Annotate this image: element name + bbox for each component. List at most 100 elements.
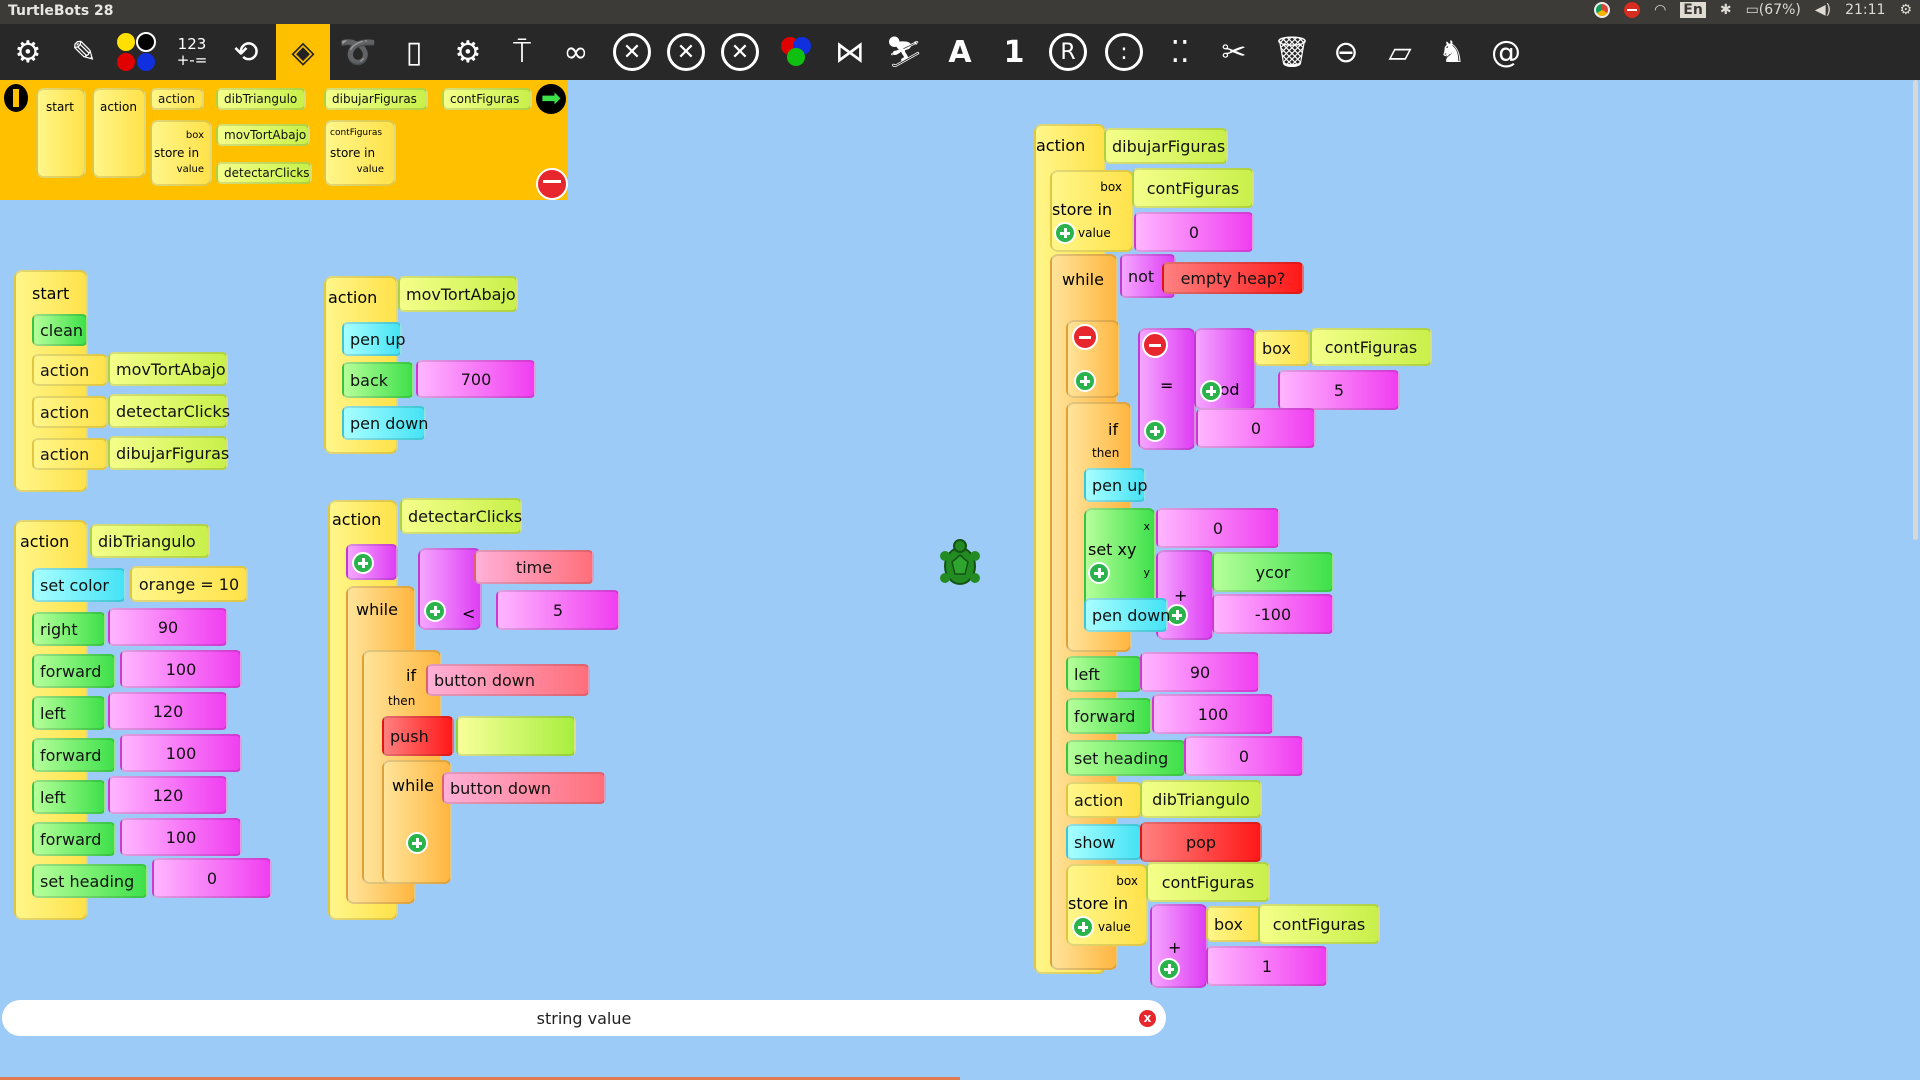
add-icon[interactable] (1144, 420, 1166, 442)
sensors-icon[interactable]: ➰ (334, 28, 382, 76)
clock[interactable]: 21:11 (1845, 2, 1885, 18)
add-icon[interactable] (1158, 958, 1180, 980)
cut-icon[interactable]: ✂ (1210, 28, 1258, 76)
palette-action-block[interactable]: action (92, 88, 146, 178)
cancel-icon[interactable]: ✕ (608, 28, 656, 76)
chrome-icon[interactable] (1594, 2, 1611, 18)
mod-value[interactable]: 5 (1278, 370, 1400, 410)
sum-value[interactable]: 1 (1206, 946, 1328, 986)
add-icon[interactable] (1088, 562, 1110, 584)
push-value-block[interactable] (456, 716, 576, 756)
left-block-3[interactable]: left (1066, 656, 1142, 692)
sum-box-block[interactable]: box (1206, 906, 1262, 942)
back-value[interactable]: 700 (416, 360, 536, 398)
colors-icon[interactable] (112, 28, 160, 76)
set-heading-value[interactable]: 0 (152, 858, 272, 898)
wifi-icon[interactable]: ◠ (1654, 2, 1666, 18)
numbers-icon[interactable]: 123 +-= (168, 28, 216, 76)
left-value-2[interactable]: 120 (108, 776, 228, 814)
add-icon[interactable] (1200, 380, 1222, 402)
forward-block-1[interactable]: forward (32, 654, 116, 688)
set-heading-block-2[interactable]: set heading (1066, 740, 1186, 776)
store1-init-value[interactable]: 0 (1134, 212, 1254, 252)
flow-icon[interactable]: ⟲ (222, 28, 270, 76)
rgb-icon[interactable] (772, 28, 820, 76)
start-action-label-3[interactable]: action (32, 438, 108, 470)
triangle-action-name[interactable]: dibTriangulo (90, 524, 210, 558)
y-offset-value[interactable]: -100 (1212, 594, 1334, 634)
equals-value[interactable]: 0 (1196, 408, 1316, 448)
pen-down-block-2[interactable]: pen down (1084, 598, 1170, 632)
color-value-block[interactable]: orange = 10 (130, 566, 248, 602)
snail-icon[interactable]: @ (1482, 28, 1530, 76)
left-block-2[interactable]: left (32, 780, 106, 814)
add-icon[interactable] (406, 832, 428, 854)
empty-heap-block[interactable]: empty heap? (1162, 262, 1304, 294)
detectarclicks-name[interactable]: detectarClicks (400, 498, 522, 534)
add-icon[interactable] (424, 600, 446, 622)
turtle-sprite[interactable] (938, 538, 982, 592)
battery-indicator[interactable]: ▭(67%) (1746, 2, 1801, 18)
left-value-1[interactable]: 120 (108, 692, 228, 730)
settings-icon[interactable]: ⚙ (444, 28, 492, 76)
dibtriangulo-call-name[interactable]: dibTriangulo (1140, 780, 1262, 818)
forward-value-4[interactable]: 100 (1152, 694, 1274, 734)
loop-icon[interactable]: ∞ (552, 28, 600, 76)
fish-icon[interactable]: ⋈ (826, 28, 874, 76)
add-icon[interactable] (1072, 916, 1094, 938)
dibujarfiguras-name[interactable]: dibujarFiguras (1104, 128, 1228, 164)
palette-detectarclicks-item[interactable]: detectarClicks (216, 162, 312, 184)
ycor-block[interactable]: ycor (1212, 552, 1334, 592)
palette-dibujarfiguras-item[interactable]: dibujarFiguras (324, 88, 428, 110)
back-block[interactable]: back (342, 362, 414, 398)
volume-icon[interactable]: ◀) (1815, 2, 1831, 18)
presentation-icon[interactable]: ⍑ (498, 28, 546, 76)
gear-icon[interactable]: ⚙ (1899, 2, 1912, 18)
turtle-icon[interactable]: ⚙ (4, 28, 52, 76)
pen-down-block-1[interactable]: pen down (342, 406, 428, 440)
palette-action-item[interactable]: action (150, 88, 204, 110)
time-limit-value[interactable]: 5 (496, 590, 620, 630)
close-status-button[interactable]: x (1139, 1010, 1156, 1027)
forward-block-4[interactable]: forward (1066, 698, 1152, 734)
clean-block[interactable]: clean (32, 314, 88, 346)
left-value-3[interactable]: 90 (1140, 652, 1260, 692)
palette-dibtriangulo-item[interactable]: dibTriangulo (216, 88, 306, 110)
palette-contfiguras-item[interactable]: contFiguras (442, 88, 532, 110)
cancel-r-icon[interactable]: ✕ (716, 28, 764, 76)
add-icon[interactable] (1054, 222, 1076, 244)
palette-store-contfiguras-block[interactable]: contFiguras store in value (324, 120, 396, 186)
start-action-name-1[interactable]: movTortAbajo (108, 352, 228, 386)
palette-next-icon[interactable]: ➡ (536, 84, 566, 114)
dots-icon[interactable]: ⁚⁚ (1156, 28, 1204, 76)
palette-movtortabajo-item[interactable]: movTortAbajo (216, 124, 310, 146)
pen-up-block-1[interactable]: pen up (342, 322, 406, 356)
store1-box-name[interactable]: contFiguras (1132, 168, 1254, 208)
remove-icon[interactable] (1142, 332, 1168, 358)
start-action-name-3[interactable]: dibujarFiguras (108, 436, 229, 470)
media-icon[interactable]: ▯ (390, 28, 438, 76)
dibtriangulo-call-label[interactable]: action (1066, 782, 1142, 818)
forward-block-2[interactable]: forward (32, 738, 116, 772)
button-down-block-2[interactable]: button down (442, 772, 606, 804)
set-color-block[interactable]: set color (32, 568, 126, 602)
store2-box-name[interactable]: contFiguras (1146, 862, 1270, 902)
button-down-block-1[interactable]: button down (426, 664, 590, 696)
time-block[interactable]: time (474, 550, 594, 584)
font-size-one-icon[interactable]: 1 (990, 28, 1038, 76)
right-value[interactable]: 90 (108, 608, 228, 646)
forward-value-2[interactable]: 100 (120, 734, 242, 772)
set-heading-block[interactable]: set heading (32, 864, 148, 898)
pop-block[interactable]: pop (1140, 822, 1262, 862)
movtortabajo-name[interactable]: movTortAbajo (398, 276, 518, 312)
dots-circle-icon[interactable]: : (1100, 28, 1148, 76)
font-size-icon[interactable]: A (936, 28, 984, 76)
keyboard-layout[interactable]: En (1680, 2, 1706, 18)
forward-block-3[interactable]: forward (32, 822, 116, 856)
pen-up-block-2[interactable]: pen up (1084, 468, 1148, 502)
rabbit-icon[interactable]: ♞ (1428, 28, 1476, 76)
push-block[interactable]: push (382, 716, 454, 756)
mod-box-block[interactable]: box (1254, 330, 1310, 366)
vertical-scrollbar[interactable] (1913, 80, 1918, 540)
eraser-icon[interactable]: ▱ (1376, 28, 1424, 76)
